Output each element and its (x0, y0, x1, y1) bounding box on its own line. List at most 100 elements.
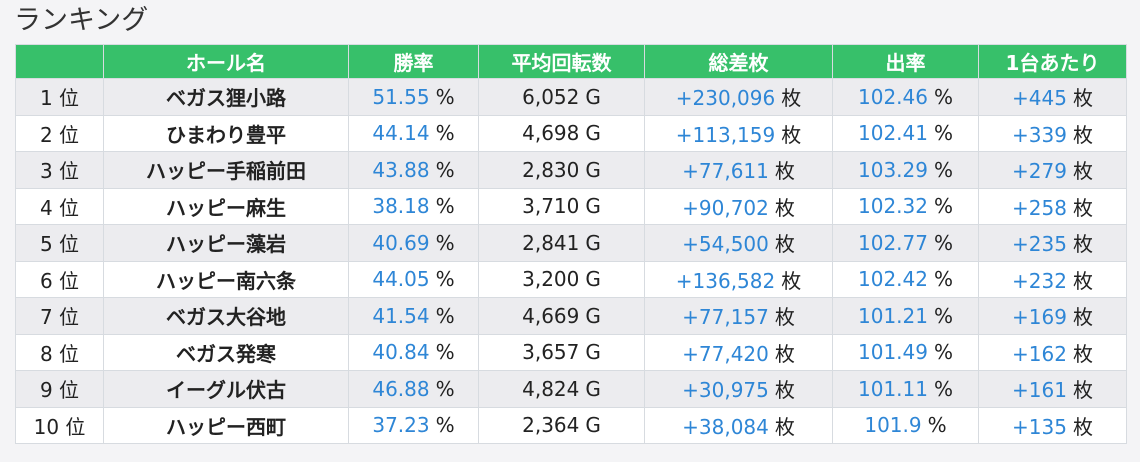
percent-unit: % (933, 230, 953, 255)
header-row: ホール名 勝率 平均回転数 総差枚 出率 1台あたり (15, 44, 1127, 79)
rank-cell: 1 位 (15, 78, 104, 116)
hall-name[interactable]: ベガス狸小路 (103, 78, 349, 116)
total-diff-value: +77,611 (682, 159, 769, 184)
percent-unit: % (435, 230, 455, 255)
header-hall-name[interactable]: ホール名 (103, 44, 349, 79)
hall-name[interactable]: イーグル伏古 (103, 370, 349, 408)
win-rate-value: 38.18 (372, 194, 430, 219)
payout-rate-cell: 102.77% (832, 224, 979, 262)
payout-rate-value: 101.9 (864, 413, 922, 438)
percent-unit: % (933, 121, 953, 146)
avg-spins-value: 2,830 (522, 157, 580, 182)
games-unit: G (585, 157, 601, 182)
header-per-machine[interactable]: 1台あたり (978, 44, 1127, 79)
total-diff-cell: +77,157 枚 (644, 297, 833, 335)
coins-unit: 枚 (774, 305, 795, 330)
per-machine-value: +232 (1012, 268, 1067, 293)
table-row: 5 位ハッピー藻岩 40.69% 2,841 G +54,500 枚 102.77% +235… (15, 224, 1127, 262)
hall-name[interactable]: ベガス発寒 (103, 333, 349, 371)
rank-number: 2 (39, 122, 53, 147)
total-diff-cell: +113,159 枚 (644, 114, 833, 152)
payout-rate-cell: 102.46% (832, 78, 979, 116)
per-machine-value: +235 (1012, 232, 1067, 257)
header-total-diff[interactable]: 総差枚 (644, 44, 833, 79)
header-avg-spins[interactable]: 平均回転数 (478, 44, 645, 79)
percent-unit: % (435, 267, 455, 292)
payout-rate-value: 101.11 (858, 376, 928, 401)
payout-rate-value: 103.29 (858, 157, 928, 182)
rank-cell: 9 位 (15, 370, 104, 408)
percent-unit: % (933, 267, 953, 292)
rank-cell: 4 位 (15, 187, 104, 225)
percent-unit: % (933, 303, 953, 328)
avg-spins-value: 4,698 (522, 121, 580, 146)
hall-name[interactable]: ひまわり豊平 (103, 114, 349, 152)
total-diff-value: +90,702 (682, 195, 769, 220)
payout-rate-value: 102.32 (858, 194, 928, 219)
win-rate-value: 44.05 (372, 267, 430, 292)
per-machine-value: +339 (1012, 122, 1067, 147)
payout-rate-cell: 103.29% (832, 151, 979, 189)
table-row: 1 位ベガス狸小路 51.55% 6,052 G +230,096 枚 102.46% +44… (15, 78, 1127, 116)
rank-cell: 3 位 (15, 151, 104, 189)
avg-spins-cell: 3,657 G (478, 333, 645, 371)
total-diff-cell: +30,975 枚 (644, 370, 833, 408)
hall-name[interactable]: ハッピー麻生 (103, 187, 349, 225)
per-machine-value: +445 (1012, 86, 1067, 111)
games-unit: G (585, 413, 601, 438)
total-diff-value: +38,084 (682, 414, 769, 439)
payout-rate-value: 101.21 (858, 303, 928, 328)
payout-rate-cell: 102.32% (832, 187, 979, 225)
coins-unit: 枚 (781, 268, 802, 293)
rank-unit: 位 (59, 86, 80, 111)
per-machine-cell: +162 枚 (978, 333, 1127, 371)
coins-unit: 枚 (774, 159, 795, 184)
header-win-rate[interactable]: 勝率 (348, 44, 479, 79)
total-diff-cell: +136,582 枚 (644, 260, 833, 298)
avg-spins-cell: 2,841 G (478, 224, 645, 262)
table-row: 6 位ハッピー南六条 44.05% 3,200 G +136,582 枚 102.42% +2… (15, 260, 1127, 298)
table-row: 4 位ハッピー麻生 38.18% 3,710 G +90,702 枚 102.32% +258… (15, 187, 1127, 225)
win-rate-value: 40.69 (372, 230, 430, 255)
games-unit: G (585, 267, 601, 292)
per-machine-value: +258 (1012, 195, 1067, 220)
avg-spins-value: 3,657 (522, 340, 580, 365)
payout-rate-cell: 102.42% (832, 260, 979, 298)
avg-spins-value: 3,200 (522, 267, 580, 292)
rank-cell: 6 位 (15, 260, 104, 298)
header-payout-rate[interactable]: 出率 (832, 44, 979, 79)
hall-name[interactable]: ベガス大谷地 (103, 297, 349, 335)
payout-rate-cell: 101.11% (832, 370, 979, 408)
per-machine-value: +279 (1012, 159, 1067, 184)
per-machine-value: +135 (1012, 414, 1067, 439)
avg-spins-value: 4,669 (522, 303, 580, 328)
hall-name[interactable]: ハッピー手稲前田 (103, 151, 349, 189)
win-rate-value: 51.55 (372, 84, 430, 109)
percent-unit: % (435, 376, 455, 401)
total-diff-value: +54,500 (682, 232, 769, 257)
rank-number: 8 (39, 341, 53, 366)
payout-rate-value: 102.41 (858, 121, 928, 146)
hall-name[interactable]: ハッピー藻岩 (103, 224, 349, 262)
avg-spins-cell: 2,364 G (478, 406, 645, 444)
avg-spins-cell: 2,830 G (478, 151, 645, 189)
win-rate-value: 44.14 (372, 121, 430, 146)
table-row: 10 位ハッピー西町 37.23% 2,364 G +38,084 枚 101.9% +135… (15, 406, 1127, 444)
hall-name[interactable]: ハッピー南六条 (103, 260, 349, 298)
total-diff-value: +136,582 (675, 268, 776, 293)
avg-spins-cell: 3,200 G (478, 260, 645, 298)
win-rate-value: 37.23 (372, 413, 430, 438)
percent-unit: % (435, 340, 455, 365)
avg-spins-cell: 3,710 G (478, 187, 645, 225)
win-rate-cell: 44.05% (348, 260, 479, 298)
coins-unit: 枚 (1072, 232, 1093, 257)
per-machine-cell: +279 枚 (978, 151, 1127, 189)
coins-unit: 枚 (774, 195, 795, 220)
hall-name[interactable]: ハッピー西町 (103, 406, 349, 444)
payout-rate-cell: 102.41% (832, 114, 979, 152)
games-unit: G (585, 121, 601, 146)
per-machine-cell: +339 枚 (978, 114, 1127, 152)
rank-number: 3 (39, 159, 53, 184)
rank-unit: 位 (59, 159, 80, 184)
games-unit: G (585, 84, 601, 109)
